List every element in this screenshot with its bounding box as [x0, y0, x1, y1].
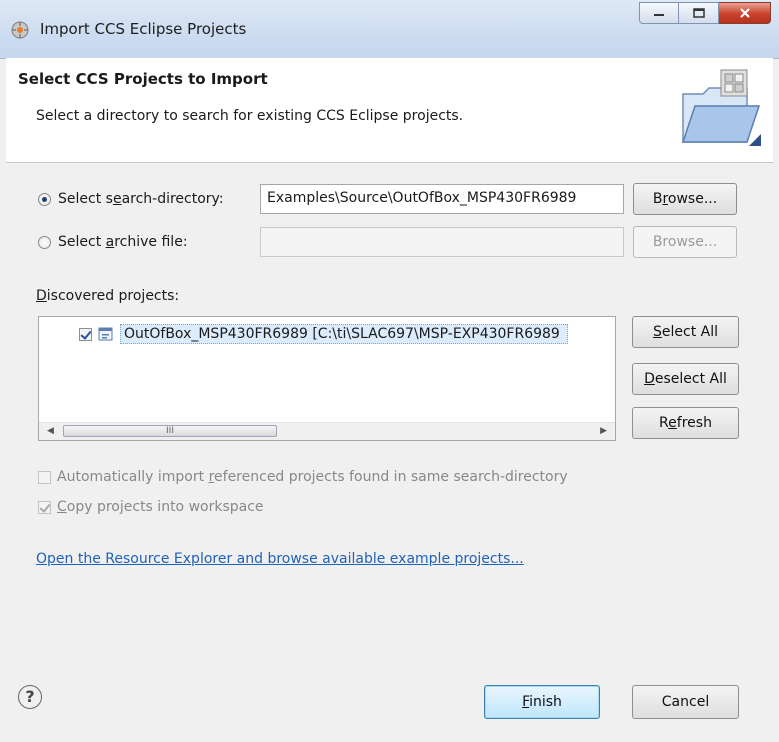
cancel-button[interactable]: Cancel	[632, 685, 739, 719]
dialog-content: Select search-directory: Examples\Source…	[6, 163, 773, 735]
select-all-button[interactable]: Select All	[632, 316, 739, 348]
browse-directory-button[interactable]: Browse...	[633, 183, 737, 215]
auto-import-label: Automatically import referenced projects…	[57, 469, 568, 485]
auto-import-option[interactable]: Automatically import referenced projects…	[38, 469, 568, 485]
header-banner: Select CCS Projects to Import Select a d…	[6, 58, 773, 163]
minimize-button[interactable]	[639, 2, 679, 24]
archive-file-radio[interactable]	[38, 235, 51, 249]
project-name: OutOfBox_MSP430FR6989 [C:\ti\SLAC697\MSP…	[120, 324, 568, 344]
archive-file-label: Select archive file:	[58, 234, 188, 250]
page-description: Select a directory to search for existin…	[36, 108, 464, 124]
import-dialog: Import CCS Eclipse Projects Select CCS P…	[0, 0, 779, 742]
scroll-left-icon[interactable]: ◀	[47, 426, 54, 436]
search-directory-radio[interactable]	[38, 192, 51, 206]
page-title: Select CCS Projects to Import	[18, 70, 268, 88]
project-icon	[98, 327, 113, 341]
search-directory-label: Select search-directory:	[58, 191, 224, 207]
auto-import-checkbox[interactable]	[38, 470, 51, 484]
scroll-right-icon[interactable]: ▶	[600, 426, 607, 436]
close-icon	[739, 8, 750, 18]
scroll-thumb[interactable]: III	[63, 425, 277, 437]
window-controls	[639, 2, 771, 26]
folder-import-icon	[681, 69, 761, 146]
minimize-icon	[654, 14, 664, 16]
search-directory-option[interactable]: Select search-directory:	[38, 191, 224, 207]
search-directory-input[interactable]: Examples\Source\OutOfBox_MSP430FR6989	[260, 184, 624, 214]
list-item[interactable]: OutOfBox_MSP430FR6989 [C:\ti\SLAC697\MSP…	[79, 323, 568, 345]
discovered-projects-label: Discovered projects:	[36, 288, 180, 304]
horizontal-scrollbar[interactable]: ◀ III ▶	[39, 422, 615, 440]
projects-list[interactable]: OutOfBox_MSP430FR6989 [C:\ti\SLAC697\MSP…	[38, 316, 616, 441]
deselect-all-button[interactable]: Deselect All	[632, 363, 739, 395]
close-button[interactable]	[719, 2, 771, 24]
browse-archive-button[interactable]: Browse...	[633, 226, 737, 258]
ccs-app-icon	[11, 21, 29, 39]
project-checkbox[interactable]	[79, 327, 92, 341]
window-title: Import CCS Eclipse Projects	[40, 20, 247, 38]
resource-explorer-link[interactable]: Open the Resource Explorer and browse av…	[36, 551, 524, 567]
archive-file-option[interactable]: Select archive file:	[38, 234, 188, 250]
archive-file-input[interactable]	[260, 227, 624, 257]
maximize-button[interactable]	[679, 2, 719, 24]
help-icon[interactable]: ?	[18, 685, 42, 709]
refresh-button[interactable]: Refresh	[632, 407, 739, 439]
copy-projects-label: Copy projects into workspace	[57, 499, 264, 515]
finish-button[interactable]: Finish	[484, 685, 600, 719]
maximize-icon	[692, 8, 705, 18]
title-bar: Import CCS Eclipse Projects	[0, 0, 779, 59]
copy-projects-checkbox[interactable]	[38, 500, 51, 514]
copy-projects-option[interactable]: Copy projects into workspace	[38, 499, 264, 515]
